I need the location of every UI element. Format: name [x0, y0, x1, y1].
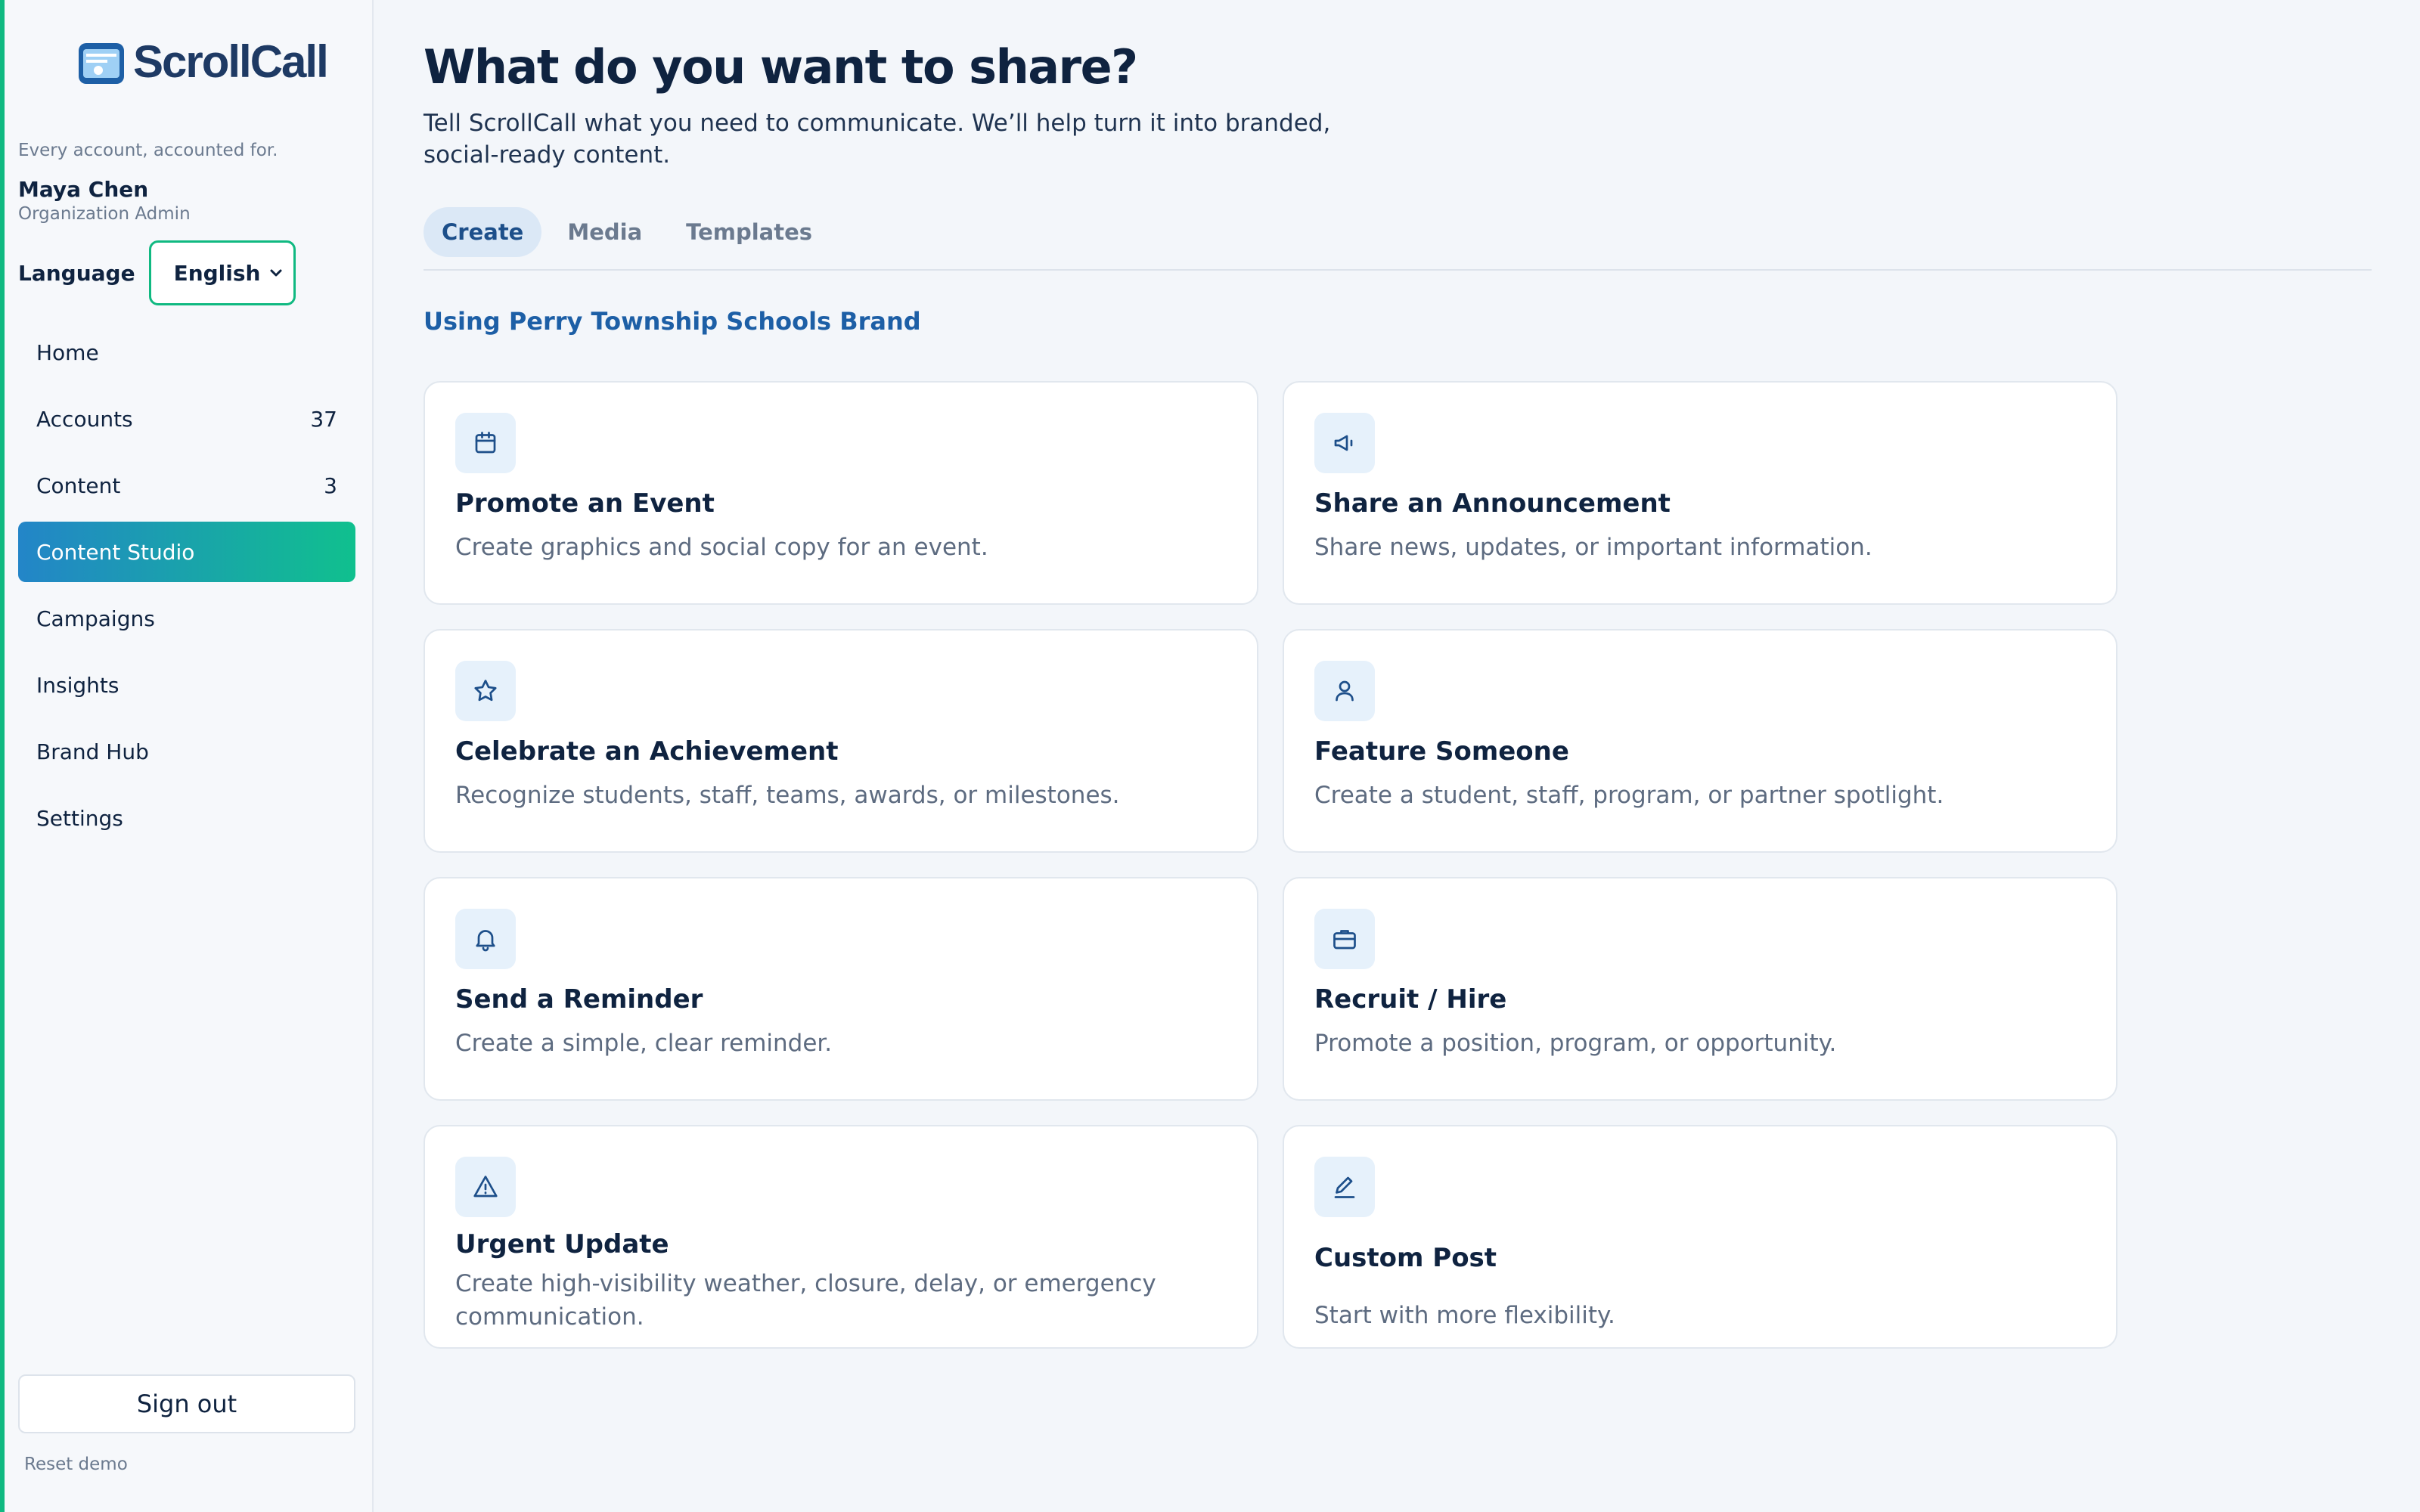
sidebar-accent-bar — [0, 0, 5, 1512]
share-type-grid: Promote an Event Create graphics and soc… — [424, 381, 2118, 1349]
card-description: Create a student, staff, program, or par… — [1314, 782, 1944, 809]
calendar-icon — [455, 413, 516, 473]
language-selected-value: English — [173, 260, 261, 286]
sidebar: ScrollCall Every account, accounted for.… — [0, 0, 374, 1512]
sidebar-nav: Home Accounts 37 Content 3 Content Studi… — [18, 322, 355, 854]
card-custom-post[interactable]: Custom Post Start with more flexibility. — [1283, 1125, 2118, 1349]
briefcase-icon — [1314, 909, 1375, 969]
card-description: Create graphics and social copy for an e… — [455, 534, 988, 561]
sidebar-item-accounts[interactable]: Accounts 37 — [18, 389, 355, 449]
card-recruit-hire[interactable]: Recruit / Hire Promote a position, progr… — [1283, 877, 2118, 1101]
megaphone-icon — [1314, 413, 1375, 473]
sidebar-item-label: Settings — [36, 805, 123, 831]
card-title: Share an Announcement — [1314, 488, 1671, 519]
warning-icon — [455, 1157, 516, 1217]
page-title: What do you want to share? — [424, 39, 1138, 94]
user-name: Maya Chen — [18, 177, 149, 202]
tab-create[interactable]: Create — [424, 207, 542, 257]
app-logo[interactable]: ScrollCall — [76, 30, 329, 94]
sidebar-item-insights[interactable]: Insights — [18, 655, 355, 715]
tab-templates[interactable]: Templates — [668, 207, 830, 257]
card-promote-event[interactable]: Promote an Event Create graphics and soc… — [424, 381, 1258, 605]
card-description: Promote a position, program, or opportun… — [1314, 1030, 1837, 1057]
card-celebrate-achievement[interactable]: Celebrate an Achievement Recognize stude… — [424, 629, 1258, 853]
sidebar-item-brand-hub[interactable]: Brand Hub — [18, 721, 355, 782]
language-row: Language English — [18, 240, 296, 305]
card-description: Create high-visibility weather, closure,… — [455, 1270, 1156, 1331]
tab-media[interactable]: Media — [549, 207, 660, 257]
sidebar-item-label: Home — [36, 339, 99, 365]
bell-icon — [455, 909, 516, 969]
card-title: Feature Someone — [1314, 736, 1569, 767]
card-title: Custom Post — [1314, 1243, 1497, 1273]
card-title: Celebrate an Achievement — [455, 736, 839, 767]
logo-icon — [76, 36, 129, 88]
user-role: Organization Admin — [18, 204, 191, 224]
card-description: Start with more flexibility. — [1314, 1302, 1615, 1329]
sidebar-item-label: Accounts — [36, 406, 133, 432]
card-title: Recruit / Hire — [1314, 984, 1507, 1015]
card-urgent-update[interactable]: Urgent Update Create high-visibility wea… — [424, 1125, 1258, 1349]
tagline: Every account, accounted for. — [18, 141, 278, 160]
card-description: Create a simple, clear reminder. — [455, 1030, 833, 1057]
brand-indicator: Using Perry Township Schools Brand — [424, 307, 921, 336]
logo-text: ScrollCall — [133, 36, 329, 87]
sidebar-item-home[interactable]: Home — [18, 322, 355, 383]
card-description: Recognize students, staff, teams, awards… — [455, 782, 1120, 809]
reset-demo-link[interactable]: Reset demo — [24, 1455, 128, 1474]
card-share-announcement[interactable]: Share an Announcement Share news, update… — [1283, 381, 2118, 605]
star-icon — [455, 661, 516, 721]
card-feature-someone[interactable]: Feature Someone Create a student, staff,… — [1283, 629, 2118, 853]
card-title: Promote an Event — [455, 488, 715, 519]
card-title: Send a Reminder — [455, 984, 703, 1015]
chevron-down-icon — [268, 265, 284, 281]
language-label: Language — [18, 260, 135, 286]
tabs-divider — [424, 269, 2372, 271]
sidebar-item-count: 37 — [310, 406, 337, 432]
sidebar-item-label: Brand Hub — [36, 739, 149, 764]
card-title: Urgent Update — [455, 1229, 669, 1259]
sidebar-item-campaigns[interactable]: Campaigns — [18, 588, 355, 649]
sidebar-item-label: Content — [36, 472, 121, 498]
sidebar-item-settings[interactable]: Settings — [18, 788, 355, 848]
language-select[interactable]: English — [148, 240, 296, 305]
tab-bar: Create Media Templates — [424, 207, 830, 257]
sidebar-item-label: Content Studio — [36, 539, 195, 565]
sidebar-item-count: 3 — [324, 472, 337, 498]
sidebar-item-content[interactable]: Content 3 — [18, 455, 355, 516]
card-send-reminder[interactable]: Send a Reminder Create a simple, clear r… — [424, 877, 1258, 1101]
person-icon — [1314, 661, 1375, 721]
card-description: Share news, updates, or important inform… — [1314, 534, 1872, 561]
sidebar-item-label: Insights — [36, 672, 119, 698]
sidebar-item-content-studio[interactable]: Content Studio — [18, 522, 355, 582]
sign-out-button[interactable]: Sign out — [18, 1374, 355, 1433]
page-subtitle: Tell ScrollCall what you need to communi… — [424, 110, 1331, 169]
sidebar-item-label: Campaigns — [36, 606, 155, 631]
pencil-icon — [1314, 1157, 1375, 1217]
